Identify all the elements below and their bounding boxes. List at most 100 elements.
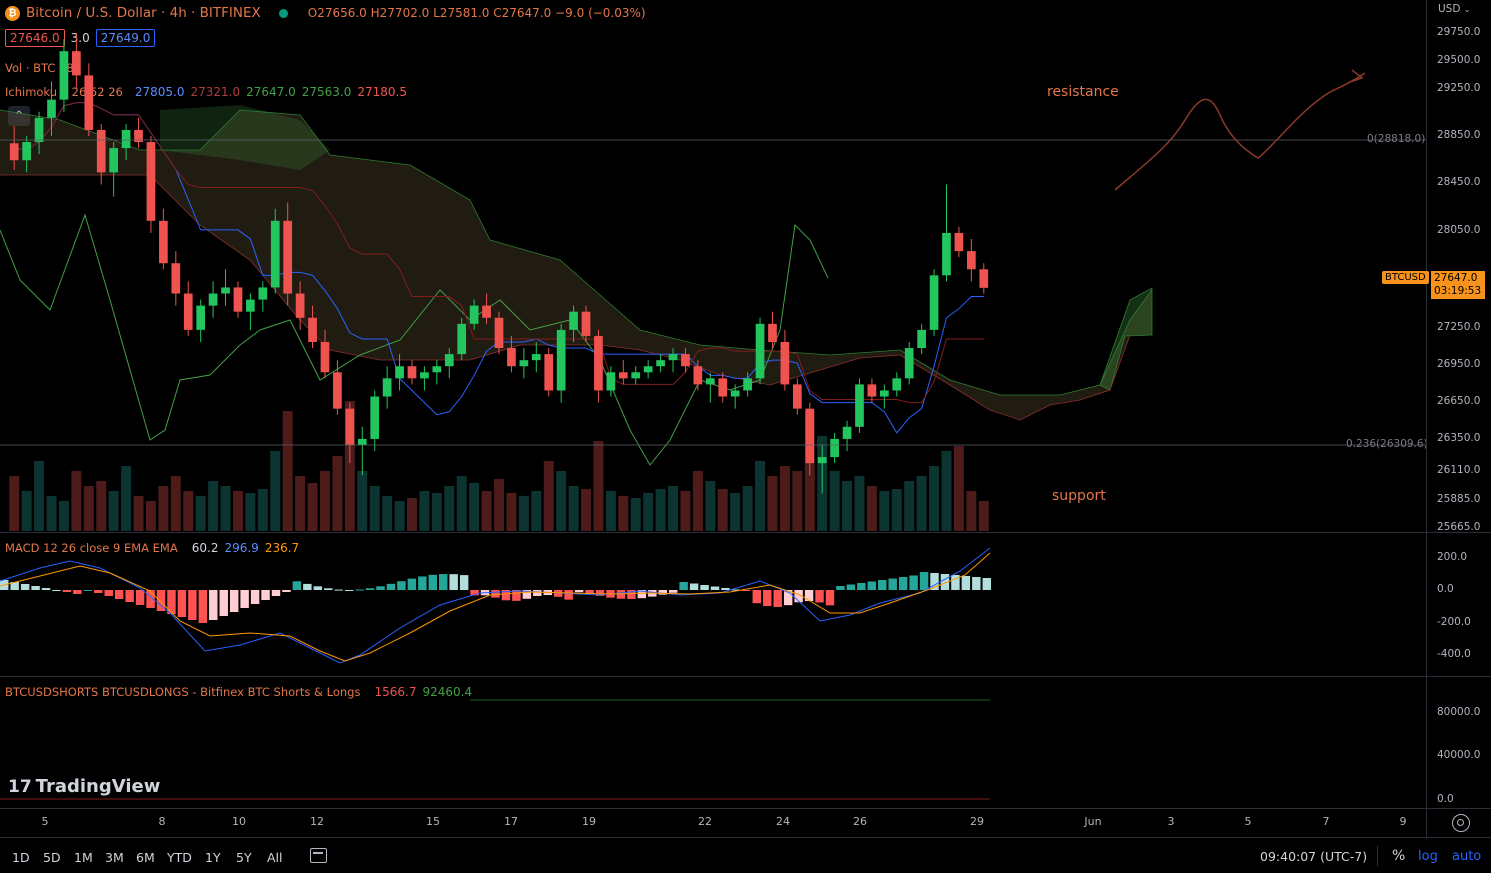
price-scale-border xyxy=(1426,0,1427,837)
candle-body xyxy=(531,354,541,361)
time-tick: 7 xyxy=(1322,815,1330,828)
range-button-1y[interactable]: 1Y xyxy=(205,850,221,865)
range-button-5y[interactable]: 5Y xyxy=(236,850,252,865)
macd-histogram-bar xyxy=(229,590,239,612)
candle-body xyxy=(979,269,989,288)
volume-bar xyxy=(593,441,604,531)
candle-body xyxy=(755,323,765,379)
price-tick: 29750.0 xyxy=(1437,26,1481,38)
candle-body xyxy=(444,354,454,367)
macd-histogram-bar xyxy=(491,590,500,598)
candle-body xyxy=(233,287,243,312)
macd-histogram-bar xyxy=(752,590,762,604)
clock-display[interactable]: 09:40:07 (UTC-7) xyxy=(1260,849,1367,864)
candle-body xyxy=(544,354,554,391)
candle-body xyxy=(792,384,802,409)
volume-bar xyxy=(332,456,343,531)
range-button-1m[interactable]: 1M xyxy=(74,850,93,865)
volume-bar xyxy=(842,481,853,531)
candle-body xyxy=(295,293,305,318)
volume-bar xyxy=(655,489,666,531)
candle-body xyxy=(121,129,131,149)
drawn-forecast-path[interactable] xyxy=(1114,69,1366,191)
currency-selector[interactable]: USD ⌄ xyxy=(1438,3,1470,15)
macd-histogram-bar xyxy=(961,576,971,590)
volume-bar xyxy=(692,471,703,531)
date-range-picker-button[interactable] xyxy=(310,848,327,863)
volume-bar xyxy=(21,491,32,531)
auto-scale-toggle[interactable]: auto xyxy=(1452,849,1481,864)
volume-bar xyxy=(779,466,790,531)
price-tick: 29250.0 xyxy=(1437,82,1481,94)
candle-body xyxy=(246,299,255,312)
bottom-separator xyxy=(1377,846,1378,866)
macd-histogram-bar xyxy=(355,589,364,591)
volume-bar xyxy=(307,483,318,531)
macd-histogram-bar xyxy=(773,590,782,607)
macd-histogram-bar xyxy=(972,577,981,590)
main-chart-canvas[interactable] xyxy=(0,0,1426,531)
macd-histogram-bar xyxy=(219,590,228,616)
candle-body xyxy=(942,232,951,276)
macd-histogram-bar xyxy=(804,590,814,602)
range-button-1d[interactable]: 1D xyxy=(12,850,30,865)
candle-body xyxy=(569,311,578,330)
range-button-all[interactable]: All xyxy=(267,850,283,865)
tradingview-logo[interactable]: 17 TradingView xyxy=(8,776,160,797)
volume-bar xyxy=(792,471,803,531)
price-tick: 28850.0 xyxy=(1437,129,1481,141)
percent-scale-toggle[interactable]: % xyxy=(1392,848,1405,864)
macd-histogram-bar xyxy=(125,590,134,602)
volume-bar xyxy=(170,476,181,531)
macd-histogram-bar xyxy=(334,589,343,591)
macd-histogram-bar xyxy=(710,586,720,590)
macd-histogram-bar xyxy=(898,577,908,590)
macd-histogram-bar xyxy=(135,590,145,605)
volume-bar xyxy=(605,491,616,531)
macd-histogram-bar xyxy=(31,586,40,590)
macd-histogram-bar xyxy=(209,590,218,620)
bottom-toolbar: 1D 5D 1M 3M 6M YTD 1Y 5Y All 09:40:07 (UTC-7) % … xyxy=(0,837,1491,873)
volume-bar xyxy=(891,489,902,531)
macd-chart-canvas[interactable] xyxy=(0,533,1426,675)
macd-histogram-bar xyxy=(386,583,396,590)
candle-body xyxy=(606,372,616,391)
volume-bar xyxy=(257,489,268,531)
shorts-longs-chart-canvas[interactable] xyxy=(0,677,1426,809)
macd-histogram-bar xyxy=(763,590,772,607)
candle-body xyxy=(656,360,665,367)
candle-body xyxy=(904,348,914,379)
volume-bar xyxy=(953,446,964,531)
time-tick: 8 xyxy=(158,815,166,828)
range-button-5d[interactable]: 5D xyxy=(43,850,61,865)
macd-tick: -400.0 xyxy=(1437,648,1471,660)
log-scale-toggle[interactable]: log xyxy=(1418,849,1438,864)
volume-bar xyxy=(518,496,529,531)
volume-bar xyxy=(618,496,629,531)
volume-bar xyxy=(556,471,567,531)
time-tick: 5 xyxy=(1244,815,1252,828)
volume-bar xyxy=(220,486,231,531)
volume-bar xyxy=(382,496,393,531)
volume-bar xyxy=(568,486,579,531)
chart-settings-button[interactable] xyxy=(1452,814,1470,832)
range-button-3m[interactable]: 3M xyxy=(105,850,124,865)
candle-body xyxy=(9,143,19,161)
macd-histogram-bar xyxy=(344,589,354,591)
time-tick: 12 xyxy=(310,815,324,828)
candle-body xyxy=(370,396,380,439)
ichimoku-cloud xyxy=(0,105,1153,421)
range-button-ytd[interactable]: YTD xyxy=(167,850,192,865)
volume-bar xyxy=(282,411,293,531)
macd-histogram-bar xyxy=(41,588,51,590)
volume-bar xyxy=(232,491,243,531)
macd-histogram-bar xyxy=(62,590,72,592)
volume-bar xyxy=(431,493,442,531)
price-tick: 26650.0 xyxy=(1437,395,1481,407)
volume-bar xyxy=(83,486,94,531)
support-annotation[interactable]: support xyxy=(1052,488,1106,504)
range-button-6m[interactable]: 6M xyxy=(136,850,155,865)
price-tick: 29500.0 xyxy=(1437,54,1481,66)
resistance-annotation[interactable]: resistance xyxy=(1047,84,1119,100)
time-tick: 19 xyxy=(582,815,596,828)
